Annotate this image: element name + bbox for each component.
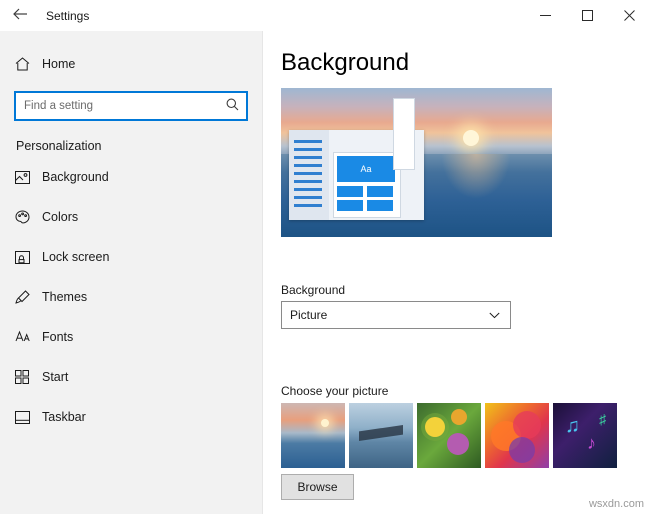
sidebar: Home Personalization Background: [0, 31, 263, 514]
palette-icon: [14, 209, 30, 225]
background-type-select[interactable]: Picture: [281, 301, 511, 329]
app-title: Settings: [46, 8, 90, 23]
content-pane: Background Aa Background Picture Choose …: [263, 31, 650, 514]
lock-screen-icon: [14, 249, 30, 265]
page-title: Background: [281, 49, 410, 76]
title-bar: Settings: [0, 0, 650, 31]
sidebar-item-themes[interactable]: Themes: [0, 277, 262, 317]
thumbnail-neon-music[interactable]: ♫ ♪ ♯: [553, 403, 617, 468]
thumbnail-flowers[interactable]: [417, 403, 481, 468]
picture-icon: [14, 169, 30, 185]
sidebar-home-label: Home: [42, 57, 76, 71]
sidebar-label-start: Start: [42, 370, 69, 384]
background-preview: Aa: [281, 88, 552, 237]
home-icon: [14, 56, 30, 72]
settings-window: Acrobat Reader DC Google Chrome Microsof…: [0, 0, 650, 514]
picture-thumbnail-list: ♫ ♪ ♯: [281, 403, 617, 468]
back-button[interactable]: [0, 0, 40, 31]
search-box[interactable]: [14, 91, 248, 121]
thumbnail-sunset-sea[interactable]: [281, 403, 345, 468]
sidebar-item-taskbar[interactable]: Taskbar: [0, 397, 262, 437]
choose-your-picture-label: Choose your picture: [281, 384, 389, 398]
sidebar-label-themes: Themes: [42, 290, 88, 304]
close-button[interactable]: [608, 0, 650, 31]
thumbnail-pier-coast[interactable]: [349, 403, 413, 468]
sidebar-label-fonts: Fonts: [42, 330, 74, 344]
background-type-value: Picture: [290, 308, 328, 322]
sidebar-label-background: Background: [42, 170, 109, 184]
sidebar-item-fonts[interactable]: Fonts: [0, 317, 262, 357]
caption-buttons: [524, 0, 650, 31]
minimize-button[interactable]: [524, 0, 566, 31]
watermark: wsxdn.com: [588, 498, 644, 510]
sidebar-item-home[interactable]: Home: [0, 47, 262, 81]
sidebar-item-colors[interactable]: Colors: [0, 197, 262, 237]
chevron-down-icon: [486, 307, 502, 323]
maximize-button[interactable]: [566, 0, 608, 31]
search-icon[interactable]: [220, 94, 244, 114]
start-icon: [14, 369, 30, 385]
sidebar-item-lock-screen[interactable]: Lock screen: [0, 237, 262, 277]
browse-button[interactable]: Browse: [281, 474, 354, 500]
sidebar-label-lock-screen: Lock screen: [42, 250, 110, 264]
font-icon: [14, 329, 30, 345]
preview-sun: [463, 130, 479, 146]
sidebar-item-start[interactable]: Start: [0, 357, 262, 397]
preview-sun-reflection: [441, 154, 511, 199]
back-arrow-icon: [12, 8, 28, 23]
preview-mock-side-panel: [393, 98, 415, 170]
brush-icon: [14, 289, 30, 305]
preview-mock-aa: Aa: [337, 156, 395, 182]
sidebar-label-colors: Colors: [42, 210, 79, 224]
preview-mock-grid: [337, 186, 395, 212]
thumbnail-colorful-balloons[interactable]: [485, 403, 549, 468]
sidebar-item-background[interactable]: Background: [0, 157, 262, 197]
search-input[interactable]: [16, 94, 216, 118]
sidebar-label-taskbar: Taskbar: [42, 410, 86, 424]
sidebar-section-title: Personalization: [16, 139, 102, 153]
taskbar-icon: [14, 409, 30, 425]
background-label: Background: [281, 283, 346, 297]
